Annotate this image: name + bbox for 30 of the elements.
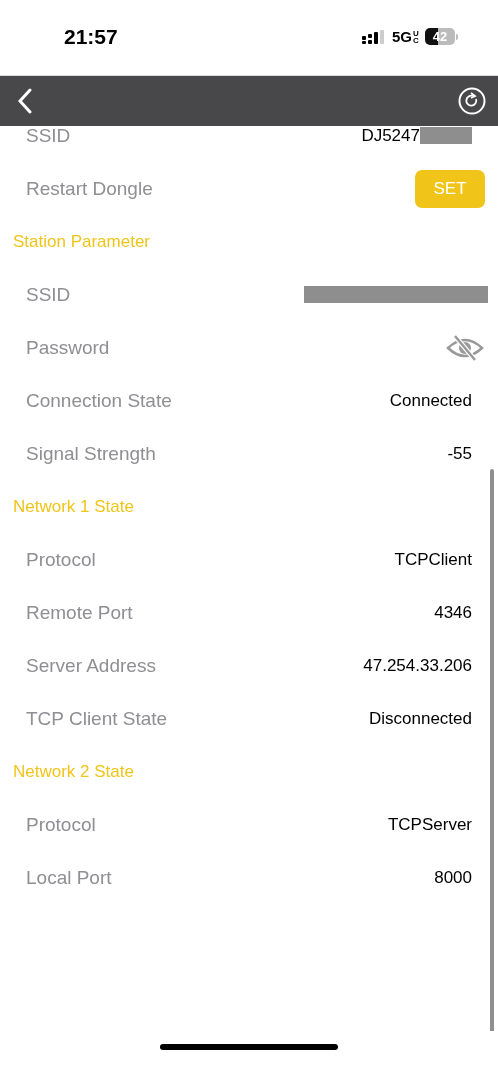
setting-value: 4346 (434, 602, 472, 623)
back-button[interactable] (16, 88, 34, 114)
setting-value: Connected (389, 390, 472, 411)
setting-label: SSID (26, 283, 71, 306)
setting-value: 47.254.33.206 (363, 655, 472, 676)
setting-value: 8000 (434, 867, 472, 888)
setting-label: Password (26, 336, 110, 359)
setting-value: -55 (447, 443, 472, 464)
setting-label: Restart Dongle (26, 177, 153, 200)
setting-value: TCPClient (394, 549, 472, 570)
section-heading: Network 1 State (12, 495, 135, 518)
refresh-button[interactable] (458, 87, 486, 115)
set-button[interactable]: SET (415, 169, 485, 208)
setting-label: Protocol (26, 548, 96, 571)
setting-label: Signal Strength (26, 442, 156, 465)
setting-label: Remote Port (26, 601, 133, 624)
setting-label: Local Port (26, 866, 112, 889)
setting-label: TCP Client State (26, 707, 168, 730)
setting-label: SSID (26, 126, 71, 147)
setting-value: TCPServer (387, 814, 472, 835)
setting-label: Server Address (26, 654, 156, 677)
setting-value: DJ5247 (361, 126, 420, 146)
setting-value: Disconnected (369, 708, 472, 729)
setting-label: Connection State (26, 389, 172, 412)
hidden-eye-icon[interactable] (446, 333, 484, 362)
signal-icon (362, 29, 386, 44)
section-heading: Station Parameter (12, 230, 151, 253)
clock-time: 21:57 (64, 24, 118, 49)
setting-label: Protocol (26, 813, 96, 836)
section-heading: Network 2 State (12, 760, 135, 783)
